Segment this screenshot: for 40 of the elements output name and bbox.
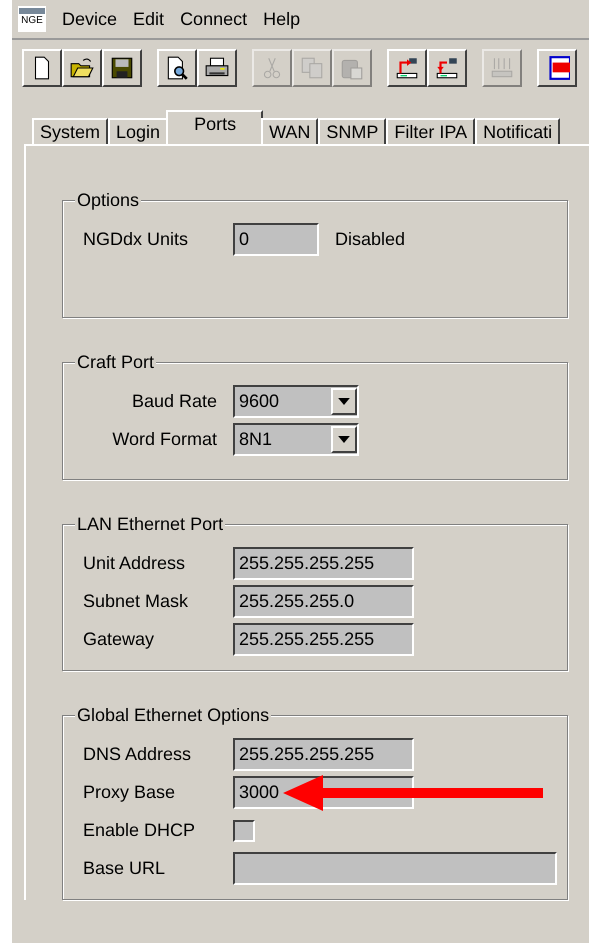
tab[interactable]: System bbox=[32, 118, 108, 144]
tab[interactable]: SNMP bbox=[318, 118, 386, 144]
field-label: DNS Address bbox=[83, 744, 192, 765]
dropdown[interactable]: 8N1 bbox=[233, 423, 359, 456]
checkbox[interactable] bbox=[233, 820, 255, 842]
field-label: NGDdx Units bbox=[83, 229, 190, 250]
input-field[interactable]: 255.255.255.255 bbox=[233, 547, 414, 580]
toolbar-button[interactable] bbox=[197, 49, 237, 87]
toolbar-button[interactable] bbox=[62, 49, 102, 87]
toolbar-button[interactable] bbox=[427, 49, 467, 87]
field-label: Proxy Base bbox=[83, 782, 176, 803]
toolbar-button[interactable] bbox=[102, 49, 142, 87]
toolbar-button[interactable] bbox=[537, 49, 577, 87]
menu-item[interactable]: Help bbox=[263, 8, 300, 30]
dropdown[interactable]: 9600 bbox=[233, 385, 359, 418]
field-label: Base URL bbox=[83, 858, 166, 879]
tab[interactable]: Ports bbox=[166, 110, 264, 144]
toolbar-button[interactable] bbox=[387, 49, 427, 87]
tab[interactable]: Notificati bbox=[475, 118, 560, 144]
status-text: Disabled bbox=[335, 229, 406, 250]
field-label: Gateway bbox=[83, 629, 156, 650]
menu-item[interactable]: Device bbox=[62, 8, 118, 30]
input-field[interactable]: 0 bbox=[233, 223, 319, 256]
toolbar-button[interactable] bbox=[22, 49, 62, 87]
field-label: Subnet Mask bbox=[83, 591, 190, 612]
menu-item[interactable]: Connect bbox=[180, 8, 248, 30]
input-field[interactable]: 255.255.255.255 bbox=[233, 623, 414, 656]
field-label: Word Format bbox=[111, 429, 217, 450]
toolbar-button[interactable] bbox=[157, 49, 197, 87]
app-icon: NGE bbox=[18, 6, 46, 32]
field-label: Unit Address bbox=[83, 553, 186, 574]
field-label: Enable DHCP bbox=[83, 820, 196, 841]
copy-icon bbox=[299, 55, 325, 81]
input-field[interactable]: 255.255.255.0 bbox=[233, 585, 414, 618]
input-field[interactable] bbox=[233, 852, 557, 885]
tab[interactable]: Filter IPA bbox=[386, 118, 476, 144]
tab[interactable]: WAN bbox=[261, 118, 318, 144]
field-label: Baud Rate bbox=[130, 391, 217, 412]
menu-item[interactable]: Edit bbox=[133, 8, 164, 30]
input-field[interactable]: 255.255.255.255 bbox=[233, 738, 414, 771]
